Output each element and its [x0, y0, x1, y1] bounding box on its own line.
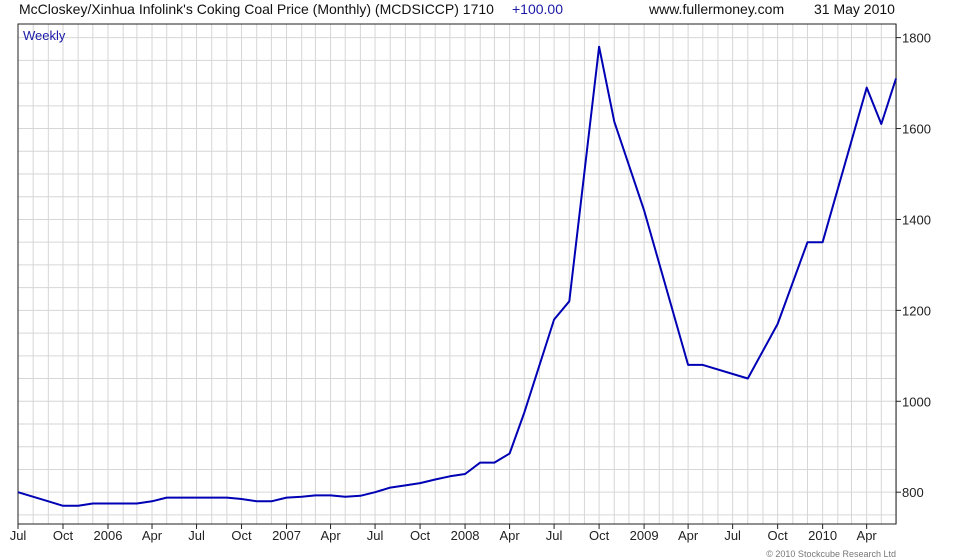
- series-line: [17, 45, 897, 507]
- x-tick-label: Apr: [678, 528, 699, 543]
- x-tick-label: Oct: [589, 528, 610, 543]
- y-tick-label: 1400: [902, 212, 931, 227]
- x-tick-label: 2010: [808, 528, 837, 543]
- x-tick-label: 2007: [272, 528, 301, 543]
- y-tick-label: 1000: [902, 394, 931, 409]
- line-chart: Weekly Jul Oct 2006 Apr Jul Oct 2007 Apr Jul Oct 2…: [10, 23, 931, 543]
- x-tick-label: Oct: [231, 528, 252, 543]
- x-tick-label: Apr: [499, 528, 520, 543]
- x-axis: Jul Oct 2006 Apr Jul Oct 2007 Apr Jul Oct 2008 Apr J…: [10, 524, 878, 543]
- y-axis: 800 1000 1200 1400 1600 1800: [896, 31, 931, 500]
- x-tick-label: Apr: [320, 528, 341, 543]
- x-tick-label: Jul: [546, 528, 563, 543]
- plot-frame: [17, 23, 897, 525]
- y-tick-label: 1800: [902, 31, 931, 46]
- copyright-footer: © 2010 Stockcube Research Ltd: [766, 549, 896, 559]
- grid-lines: [18, 24, 897, 524]
- x-tick-label: Oct: [53, 528, 74, 543]
- x-tick-label: Apr: [142, 528, 163, 543]
- y-tick-label: 1600: [902, 122, 931, 137]
- y-tick-label: 1200: [902, 303, 931, 318]
- y-tick-label: 800: [902, 485, 924, 500]
- x-tick-label: Jul: [724, 528, 741, 543]
- x-tick-label: Oct: [410, 528, 431, 543]
- x-tick-label: 2009: [630, 528, 659, 543]
- x-tick-label: Jul: [188, 528, 205, 543]
- x-tick-label: Jul: [10, 528, 27, 543]
- x-tick-label: Apr: [857, 528, 878, 543]
- interval-label: Weekly: [23, 28, 66, 43]
- x-tick-label: Jul: [367, 528, 384, 543]
- x-tick-label: 2006: [94, 528, 123, 543]
- x-tick-label: 2008: [451, 528, 480, 543]
- x-tick-label: Oct: [768, 528, 789, 543]
